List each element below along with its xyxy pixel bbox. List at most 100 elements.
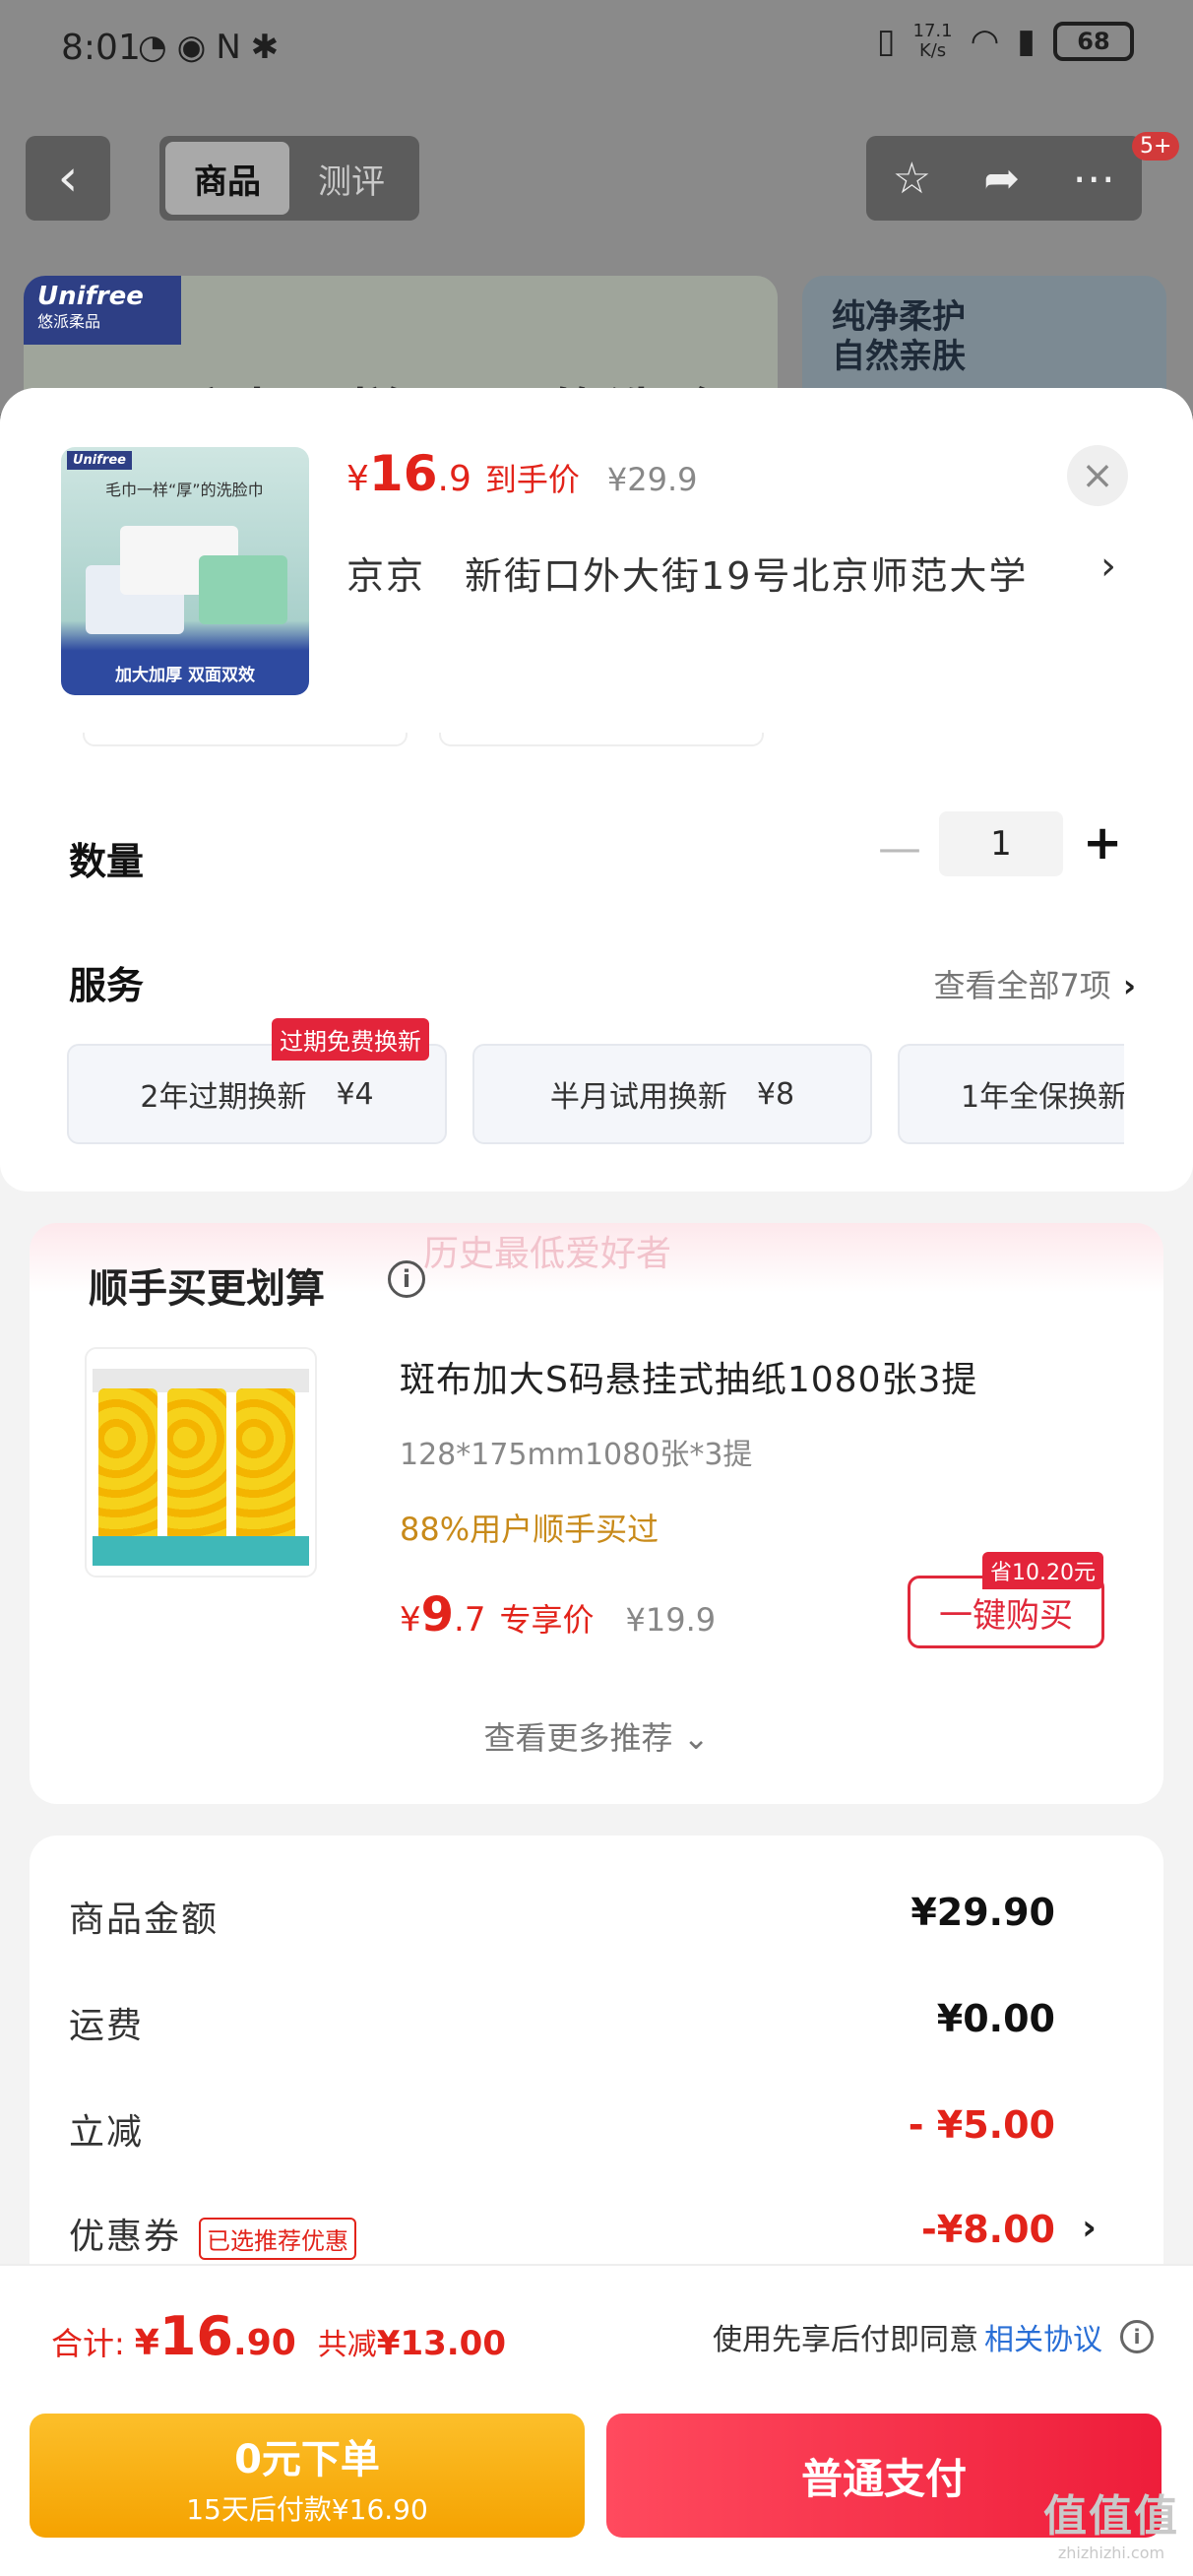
tab-switcher: 商品 测评	[159, 136, 419, 221]
recommendation-image[interactable]	[85, 1347, 317, 1578]
recommendation-original-price: ¥19.9	[625, 1601, 717, 1639]
info-icon[interactable]: i	[388, 1260, 425, 1298]
top-nav: ‹ 商品 测评 ☆ ➦ ⋯ 5+	[0, 132, 1193, 225]
status-bar: 8:01 ◔◉N✱ ▯ 17.1 K/s ◠ ▮ 68	[0, 0, 1193, 98]
share-icon[interactable]: ➦	[983, 154, 1020, 204]
price-currency: ¥	[134, 2323, 159, 2363]
watermark-text: 值值值	[1043, 2491, 1179, 2542]
tissue-pack	[98, 1388, 157, 1556]
summary-label: 运费	[69, 2006, 145, 2046]
back-button[interactable]: ‹	[26, 136, 110, 221]
price-integer: 9	[420, 1587, 455, 1642]
service-view-all[interactable]: 查看全部7项 ›	[933, 961, 1136, 1006]
summary-row-shipping: 运费 ¥0.00	[69, 1997, 1104, 2056]
product-price: ¥16.9	[346, 445, 471, 502]
address-city: 京京	[346, 554, 426, 598]
price-label: 到手价	[484, 461, 580, 498]
service-option[interactable]: 1年全保换新	[898, 1044, 1124, 1144]
coupon-tag: 已选推荐优惠	[199, 2217, 357, 2260]
pay-later-button[interactable]: 0元下单 15天后付款¥16.90	[30, 2414, 585, 2538]
agreement-row: 使用先享后付即同意 相关协议 i	[713, 2315, 1154, 2358]
more-recommendations-label: 查看更多推荐	[483, 1719, 673, 1757]
more-recommendations[interactable]: 查看更多推荐 ⌄	[30, 1713, 1163, 1759]
checkout-footer: 合计: ¥16.90 共减¥13.00 使用先享后付即同意 相关协议 i 0元下单…	[0, 2264, 1193, 2576]
total-label: 合计:	[51, 2325, 125, 2362]
product-base	[93, 1536, 309, 1566]
service-option-name: 1年全保换新	[961, 1080, 1124, 1115]
more-icon[interactable]: ⋯	[1072, 154, 1115, 204]
quantity-increase-button[interactable]: +	[1083, 815, 1122, 870]
product-image: Unifree 毛巾一样“厚”的洗脸巾 加大加厚 双面双效	[61, 447, 309, 695]
total-price: ¥16.90	[135, 2305, 296, 2367]
quantity-decrease-button[interactable]: —	[878, 823, 921, 873]
summary-value: -¥8.00	[921, 2208, 1055, 2251]
price-decimal: .7	[454, 1600, 486, 1640]
price-decimal: .90	[233, 2323, 296, 2363]
price-integer: 16	[158, 2305, 234, 2367]
notification-badge: 5+	[1132, 132, 1180, 161]
recommendation-name[interactable]: 斑布加大S码悬挂式抽纸1080张3提	[400, 1351, 977, 1402]
recommendation-spec: 128*175mm1080张*3提	[400, 1438, 753, 1472]
service-option-price: ¥8	[756, 1076, 795, 1112]
original-price: ¥29.9	[606, 461, 698, 498]
brand-logo: Unifree 悠派柔品	[24, 276, 181, 345]
service-view-all-label: 查看全部7项	[933, 967, 1111, 1004]
vibrate-icon: ▯	[876, 22, 896, 61]
summary-value: ¥0.00	[936, 1997, 1055, 2040]
recommendation-section: 历史最低爱好者 顺手买更划算 i 斑布加大S码悬挂式抽纸1080张3提 128*…	[30, 1223, 1163, 1804]
tab-review[interactable]: 测评	[289, 142, 413, 215]
agreement-text: 使用先享后付即同意	[713, 2323, 978, 2357]
summary-label: 优惠券 已选推荐优惠	[69, 2208, 357, 2260]
banner-right-line-2: 自然亲肤	[832, 337, 966, 376]
chevron-down-icon: ⌄	[682, 1719, 710, 1757]
recommendation-title: 顺手买更划算	[89, 1266, 325, 1312]
close-button[interactable]: ×	[1067, 445, 1128, 506]
product-price-row: ¥16.9 到手价 ¥29.9	[346, 445, 697, 502]
info-icon[interactable]: i	[1120, 2320, 1154, 2353]
service-option-price: ¥4	[336, 1076, 374, 1112]
option-card-fragment	[83, 733, 408, 746]
site-watermark: 值值值 zhizhizhi.com	[1043, 2480, 1179, 2562]
tissue-pack	[167, 1388, 226, 1556]
address-detail: 新街口外大街19号北京师范大学	[465, 554, 1029, 598]
option-card-fragment	[439, 733, 764, 746]
product-image-logo: Unifree	[67, 451, 132, 470]
quantity-title: 数量	[69, 840, 145, 883]
tab-product[interactable]: 商品	[165, 142, 289, 215]
service-title: 服务	[69, 964, 145, 1007]
close-icon: ×	[1081, 453, 1114, 498]
product-image-footer: 加大加厚 双面双效	[115, 666, 255, 685]
banner-right-line-1: 纯净柔护	[832, 297, 966, 337]
status-left-icons: ◔◉N✱	[138, 28, 289, 67]
service-option[interactable]: 半月试用换新 ¥8	[472, 1044, 872, 1144]
quantity-input[interactable]: 1	[939, 811, 1063, 876]
saved-label: 共减	[317, 2328, 377, 2362]
summary-row-coupon[interactable]: 优惠券 已选推荐优惠 -¥8.00 ›	[69, 2208, 1104, 2267]
summary-row-discount: 立减 - ¥5.00	[69, 2103, 1104, 2162]
summary-label: 商品金额	[69, 1900, 220, 1940]
total-saved: 共减¥13.00	[318, 2320, 506, 2363]
watermark-url: zhizhizhi.com	[1057, 2544, 1165, 2562]
pay-later-subtitle: 15天后付款¥16.90	[186, 2493, 428, 2526]
product-image-title: 毛巾一样“厚”的洗脸巾	[105, 481, 264, 499]
service-promo-tag: 过期免费换新	[272, 1018, 429, 1061]
agreement-link[interactable]: 相关协议	[984, 2315, 1102, 2358]
total-row: 合计: ¥16.90 共减¥13.00	[51, 2305, 506, 2367]
wifi-icon: ◠	[970, 22, 1000, 61]
summary-value: - ¥5.00	[908, 2103, 1055, 2147]
recommendation-watermark: 历史最低爱好者	[423, 1234, 672, 1274]
save-badge: 省10.20元	[982, 1552, 1103, 1589]
price-currency: ¥	[400, 1600, 421, 1640]
star-icon[interactable]: ☆	[893, 154, 931, 204]
recommendation-bought: 88%用户顺手买过	[400, 1511, 659, 1548]
chevron-right-icon[interactable]: ›	[1100, 544, 1116, 589]
delivery-address[interactable]: 京京 新街口外大街19号北京师范大学	[346, 546, 1134, 600]
price-decimal: .9	[437, 459, 471, 499]
recommendation-price: ¥9.7	[400, 1587, 486, 1642]
service-option-name: 2年过期换新	[140, 1080, 307, 1115]
product-header: Unifree 毛巾一样“厚”的洗脸巾 加大加厚 双面双效 ¥16.9 到手价 …	[0, 388, 1193, 733]
summary-row-goods: 商品金额 ¥29.90	[69, 1891, 1104, 1950]
saved-value: ¥13.00	[376, 2324, 506, 2363]
checkout-sheet: Unifree 毛巾一样“厚”的洗脸巾 加大加厚 双面双效 ¥16.9 到手价 …	[0, 388, 1193, 2576]
banner-right-text: 纯净柔护 自然亲肤	[832, 297, 966, 376]
